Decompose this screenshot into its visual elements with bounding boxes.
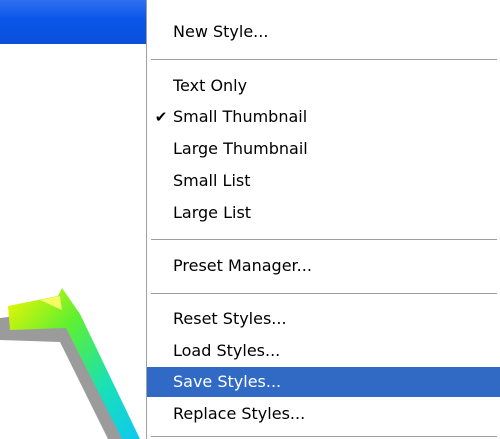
menu-item-preset-manager[interactable]: Preset Manager...: [147, 251, 500, 281]
menu-item-label: Large Thumbnail: [173, 139, 308, 158]
menu-separator: [151, 239, 497, 241]
menu-item-label: Reset Styles...: [173, 309, 287, 328]
checkmark-icon: ✔: [154, 108, 168, 126]
menu-item-label: Large List: [173, 203, 252, 222]
menu-item-load-styles[interactable]: Load Styles...: [147, 336, 500, 366]
menu-item-text-only[interactable]: Text Only: [147, 71, 500, 101]
menu-item-large-list[interactable]: Large List: [147, 198, 500, 228]
menu-item-label: Text Only: [173, 76, 248, 95]
menu-item-replace-styles[interactable]: Replace Styles...: [147, 399, 500, 429]
menu-item-label: Small Thumbnail: [173, 107, 308, 126]
menu-separator: [151, 293, 497, 295]
menu-item-label: Save Styles...: [173, 372, 282, 391]
menu-item-label: Load Styles...: [173, 341, 281, 360]
menu-item-label: New Style...: [173, 22, 269, 41]
menu-item-new-style[interactable]: New Style...: [147, 17, 500, 47]
menu-item-label: Small List: [173, 171, 251, 190]
menu-item-reset-styles[interactable]: Reset Styles...: [147, 304, 500, 334]
styles-context-menu: New Style... Text Only ✔ Small Thumbnail…: [146, 0, 500, 439]
menu-item-save-styles[interactable]: Save Styles...: [147, 367, 500, 397]
menu-item-small-thumbnail[interactable]: ✔ Small Thumbnail: [147, 102, 500, 132]
menu-separator: [151, 436, 497, 438]
menu-item-large-thumbnail[interactable]: Large Thumbnail: [147, 134, 500, 164]
menu-separator: [151, 59, 497, 61]
menu-item-label: Preset Manager...: [173, 256, 312, 275]
menu-item-small-list[interactable]: Small List: [147, 166, 500, 196]
menu-item-label: Replace Styles...: [173, 404, 306, 423]
screenshot-stage: yle New Style... Text Only ✔ Small Thumb…: [0, 0, 500, 439]
window-titlebar: [0, 0, 148, 44]
layer-style-artwork: [0, 288, 140, 439]
